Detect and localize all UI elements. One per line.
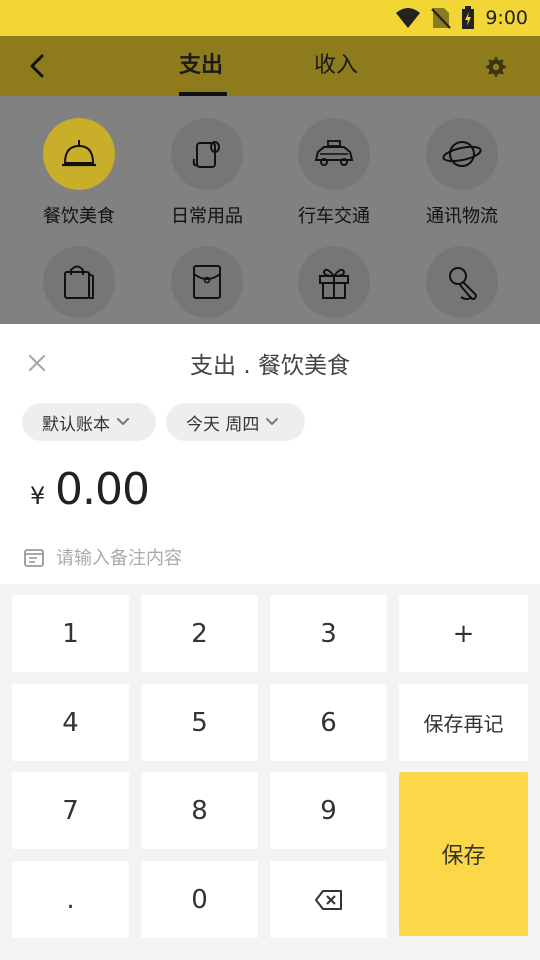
category-red-envelope-circle (171, 246, 243, 318)
toilet-paper-icon (192, 141, 220, 168)
category-shopping[interactable] (14, 246, 144, 324)
category-entertainment[interactable] (397, 246, 527, 324)
category-food[interactable]: 餐饮美食 (14, 118, 144, 228)
category-daily-circle (171, 118, 243, 190)
category-communication-circle (426, 118, 498, 190)
category-label: 行车交通 (298, 206, 370, 227)
backspace-button[interactable] (270, 861, 387, 938)
wifi-icon (396, 8, 421, 28)
note-row (24, 544, 356, 572)
category-grid: 餐饮美食 日常用品 行车交通 通讯物流 (0, 96, 540, 324)
planet-icon (442, 141, 482, 167)
date-label: 今天 周四 (186, 414, 260, 435)
key-6[interactable]: 6 (270, 684, 387, 761)
category-label: 日常用品 (171, 206, 243, 227)
tab-income[interactable]: 收入 (314, 50, 358, 82)
status-time: 9:00 (485, 7, 528, 29)
category-communication[interactable]: 通讯物流 (397, 118, 527, 228)
back-button[interactable] (22, 50, 54, 82)
category-red-envelope[interactable] (142, 246, 272, 324)
category-food-circle (43, 118, 115, 190)
key-5[interactable]: 5 (141, 684, 258, 761)
category-transport-circle (298, 118, 370, 190)
chevron-down-icon (117, 418, 129, 425)
taxi-icon (314, 140, 354, 166)
red-envelope-icon (193, 265, 221, 299)
amount-display: 0.00 (55, 464, 150, 515)
category-shopping-circle (43, 246, 115, 318)
account-book-selector[interactable]: 默认账本 (22, 403, 156, 441)
no-sim-icon (431, 8, 452, 29)
chevron-down-icon (266, 418, 279, 425)
key-0[interactable]: 0 (141, 861, 258, 938)
category-gift-circle (298, 246, 370, 318)
category-label: 通讯物流 (426, 206, 498, 227)
gift-icon (319, 268, 349, 299)
key-3[interactable]: 3 (270, 595, 387, 672)
date-selector[interactable]: 今天 周四 (166, 403, 305, 441)
save-button[interactable]: 保存 (399, 772, 528, 936)
account-book-label: 默认账本 (42, 414, 110, 435)
save-and-continue-button[interactable]: 保存再记 (399, 684, 528, 761)
currency-symbol: ¥ (30, 482, 46, 510)
gear-icon (486, 57, 506, 77)
note-icon (24, 549, 44, 567)
back-arrow-icon (30, 54, 44, 78)
shopping-bag-icon (64, 265, 94, 299)
food-cloche-icon (62, 140, 96, 167)
key-7[interactable]: 7 (12, 772, 129, 849)
category-label: 餐饮美食 (43, 206, 115, 227)
note-input[interactable] (56, 547, 356, 569)
microphone-icon (449, 267, 477, 300)
key-1[interactable]: 1 (12, 595, 129, 672)
sheet-title: 支出 . 餐饮美食 (190, 353, 350, 379)
category-daily[interactable]: 日常用品 (142, 118, 272, 228)
backspace-icon (314, 889, 342, 910)
settings-button[interactable] (480, 52, 510, 82)
status-bar: 9:00 (0, 0, 540, 36)
status-icons: 9:00 (395, 0, 528, 36)
key-plus[interactable]: + (399, 595, 528, 672)
category-entertainment-circle (426, 246, 498, 318)
key-9[interactable]: 9 (270, 772, 387, 849)
category-transport[interactable]: 行车交通 (269, 118, 399, 228)
header: 支出 收入 (0, 36, 540, 96)
key-4[interactable]: 4 (12, 684, 129, 761)
category-gift[interactable] (269, 246, 399, 324)
key-8[interactable]: 8 (141, 772, 258, 849)
key-2[interactable]: 2 (141, 595, 258, 672)
keypad: 1 2 3 + 4 5 6 保存再记 7 8 9 保存 . 0 (0, 584, 540, 960)
battery-charging-icon (462, 6, 475, 29)
tab-expense[interactable]: 支出 (179, 50, 223, 82)
key-decimal[interactable]: . (12, 861, 129, 938)
